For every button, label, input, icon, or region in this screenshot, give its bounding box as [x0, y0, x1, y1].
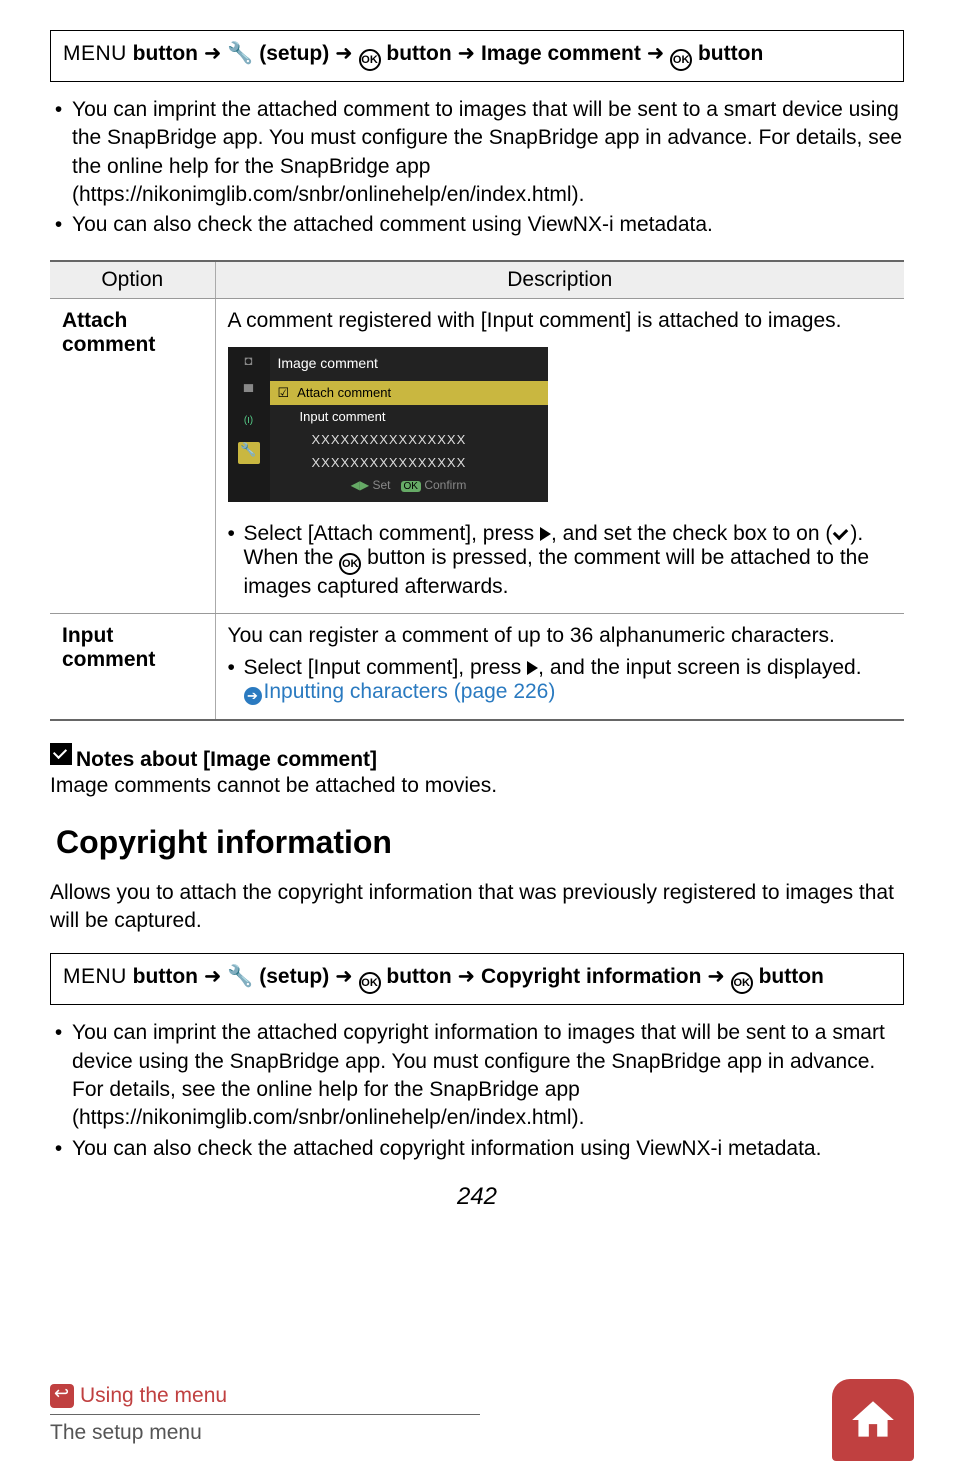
ok-icon: OK	[670, 49, 692, 71]
screenshot-main: Image comment ☑ Attach comment Input com…	[270, 347, 548, 502]
camera-screenshot: ◘ ▀ (ו) 🔧 Image comment ☑ Attach comment…	[228, 347, 548, 502]
ok-badge: OK	[401, 481, 421, 492]
right-arrow-icon	[527, 661, 538, 675]
end-word: button	[692, 42, 763, 65]
notes-title: Notes about [Image comment]	[76, 748, 377, 771]
arrow-icon: ➜	[335, 965, 353, 988]
arrow-icon: ➜	[335, 42, 353, 65]
screenshot-footer: ◀▶ Set OK Confirm	[270, 474, 548, 496]
end-word: button	[759, 965, 824, 988]
copyright-bullets: You can imprint the attached copyright i…	[50, 1019, 904, 1163]
screenshot-attach-row: ☑ Attach comment	[270, 381, 548, 405]
bullet-item: You can imprint the attached copyright i…	[68, 1019, 904, 1132]
link-inputting-chars[interactable]: Inputting characters (page 226)	[264, 680, 556, 703]
option-desc: A comment registered with [Input comment…	[215, 298, 904, 613]
link-arrow-icon: ➔	[244, 687, 262, 705]
setup-label: (setup)	[253, 965, 335, 988]
desc-text: You can register a comment of up to 36 a…	[228, 624, 893, 648]
bullet-item: Select [Input comment], press , and the …	[228, 656, 893, 705]
menu-path-image-comment: MENU button ➜ 🔧 (setup) ➜ OK button ➜ Im…	[50, 30, 904, 82]
bold: Attach comment	[314, 522, 466, 545]
section-intro: Allows you to attach the copyright infor…	[50, 879, 904, 936]
option-desc: You can register a comment of up to 36 a…	[215, 613, 904, 720]
th-description: Description	[215, 261, 904, 299]
footer-subtitle: The setup menu	[50, 1421, 904, 1445]
checkmark-icon	[832, 528, 850, 542]
screenshot-title: Image comment	[270, 353, 548, 381]
arrow-icon: ➜	[647, 42, 665, 65]
arrow-icon: ➜	[204, 42, 222, 65]
link-text: Using the menu	[80, 1384, 227, 1408]
table-row: Input comment You can register a comment…	[50, 613, 904, 720]
bullet-item: You can also check the attached copyrigh…	[68, 1135, 904, 1163]
checkbox-icon: ☑	[278, 385, 290, 401]
footer-nav: Using the menu The setup menu	[50, 1384, 904, 1445]
wrench-icon: 🔧	[227, 965, 253, 988]
desc-bold: Input comment	[487, 309, 626, 332]
page-number: 242	[50, 1183, 904, 1211]
option-label: Attach comment	[50, 298, 215, 613]
home-button[interactable]	[832, 1379, 914, 1461]
screenshot-sidebar: ◘ ▀ (ו) 🔧	[228, 347, 270, 502]
screenshot-x-row: XXXXXXXXXXXXXXXX	[270, 451, 548, 474]
ok-icon: OK	[339, 553, 361, 575]
cell-bullets: Select [Attach comment], press , and set…	[228, 522, 893, 599]
right-arrow-icon	[540, 527, 551, 541]
home-icon	[848, 1395, 898, 1445]
ok-icon: OK	[359, 49, 381, 71]
using-menu-link[interactable]: Using the menu	[50, 1384, 904, 1408]
target-label: Image comment	[475, 42, 647, 65]
text: Select [	[244, 522, 314, 545]
bullet-item: You can imprint the attached comment to …	[68, 96, 904, 209]
screenshot-x-row: XXXXXXXXXXXXXXXX	[270, 428, 548, 451]
nav1-text1: button	[127, 42, 204, 65]
bold: Input comment	[314, 656, 453, 679]
menu-text: MENU	[63, 965, 127, 988]
th-option: Option	[50, 261, 215, 299]
wrench-icon: 🔧	[238, 442, 260, 464]
divider	[50, 1414, 480, 1415]
bullet-item: Select [Attach comment], press , and set…	[228, 522, 893, 599]
text: , and set the check box to on (	[551, 522, 832, 545]
note-icon	[50, 743, 72, 765]
cell-bullets: Select [Input comment], press , and the …	[228, 656, 893, 705]
setup-label: (setup)	[253, 42, 335, 65]
notes-body: Image comments cannot be attached to mov…	[50, 774, 904, 798]
text: ], press	[452, 656, 527, 679]
set-label: Set	[372, 478, 390, 492]
camera-icon: ◘	[245, 353, 253, 368]
target-label: Copyright information	[475, 965, 707, 988]
screenshot-input-row: Input comment	[270, 405, 548, 428]
video-icon: ▀	[244, 384, 253, 399]
text: ], press	[465, 522, 540, 545]
network-icon: (ו)	[244, 415, 253, 426]
button-word: button	[381, 42, 458, 65]
ok-icon: OK	[359, 972, 381, 994]
arrow-icon: ➜	[707, 965, 725, 988]
arrow-icon: ➜	[458, 965, 476, 988]
desc-text: A comment registered with [	[228, 309, 487, 332]
text: Select [	[244, 656, 314, 679]
attach-label: Attach comment	[297, 385, 391, 400]
set-icon: ◀▶	[351, 478, 369, 492]
back-icon	[50, 1384, 74, 1408]
arrow-icon: ➜	[204, 965, 222, 988]
menu-text: MENU	[63, 42, 127, 65]
text: , and the input screen is displayed.	[538, 656, 861, 679]
option-label: Input comment	[50, 613, 215, 720]
table-row: Attach comment A comment registered with…	[50, 298, 904, 613]
wrench-icon: 🔧	[227, 42, 253, 65]
arrow-icon: ➜	[458, 42, 476, 65]
menu-path-copyright: MENU button ➜ 🔧 (setup) ➜ OK button ➜ Co…	[50, 953, 904, 1005]
notes-heading: Notes about [Image comment]	[50, 743, 904, 772]
bullet-item: You can also check the attached comment …	[68, 211, 904, 239]
confirm-label: Confirm	[424, 478, 466, 492]
text: button	[127, 965, 204, 988]
section-copyright-heading: Copyright information	[56, 824, 904, 861]
options-table: Option Description Attach comment A comm…	[50, 260, 904, 721]
desc-text: ] is attached to images.	[626, 309, 842, 332]
intro-bullets: You can imprint the attached comment to …	[50, 96, 904, 240]
ok-icon: OK	[731, 972, 753, 994]
button-word: button	[381, 965, 458, 988]
